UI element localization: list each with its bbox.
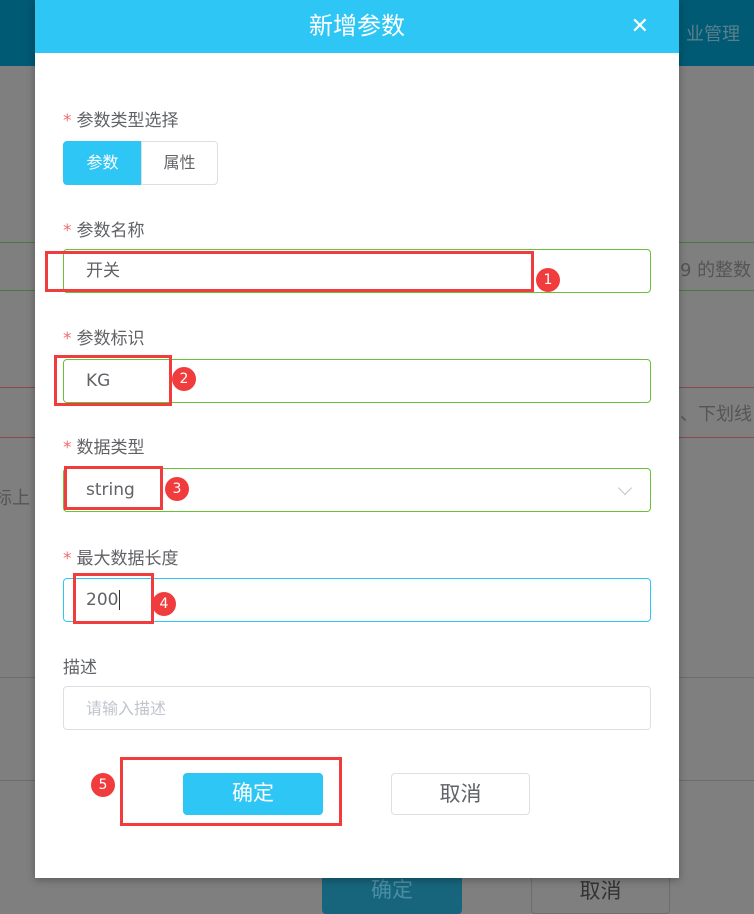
annotation-badge-1: 1 <box>536 268 560 292</box>
param-name-label: * 参数名称 <box>63 216 145 241</box>
data-type-label: * 数据类型 <box>63 433 145 458</box>
bg-hint: 标上 <box>0 488 30 509</box>
param-type-option-attribute[interactable]: 属性 <box>141 141 218 185</box>
cancel-button[interactable]: 取消 <box>391 773 530 815</box>
bg-header-text: 业管理 <box>686 24 740 45</box>
description-textarea[interactable]: 请输入描述 <box>63 686 651 730</box>
param-type-option-param[interactable]: 参数 <box>63 141 142 185</box>
label-text: 数据类型 <box>76 438 145 458</box>
required-mark: * <box>63 438 72 458</box>
bg-hint: 、下划线 <box>680 404 752 425</box>
label-text: 参数标识 <box>76 329 145 349</box>
annotation-box-2 <box>54 355 172 406</box>
annotation-box-3 <box>64 466 163 510</box>
annotation-box-4 <box>73 573 154 624</box>
annotation-badge-2: 2 <box>172 367 196 391</box>
description-label: 描述 <box>63 658 97 678</box>
annotation-badge-3: 3 <box>165 477 189 501</box>
annotation-box-1 <box>45 251 534 292</box>
annotation-badge-4: 4 <box>152 592 176 616</box>
param-id-label: * 参数标识 <box>63 324 145 349</box>
required-mark: * <box>63 329 72 349</box>
required-mark: * <box>63 111 72 131</box>
max-length-label: * 最大数据长度 <box>63 544 179 569</box>
required-mark: * <box>63 549 72 569</box>
add-parameter-dialog: 新增参数 ✕ * 参数类型选择 参数 属性 * 参数名称 开关 * 参数标识 KG *… <box>35 0 679 878</box>
label-text: 参数类型选择 <box>76 111 179 131</box>
param-type-label: * 参数类型选择 <box>63 106 179 131</box>
close-icon[interactable]: ✕ <box>631 0 649 53</box>
annotation-box-5 <box>120 757 342 826</box>
annotation-badge-5: 5 <box>91 773 115 797</box>
label-text: 最大数据长度 <box>76 549 179 569</box>
dialog-title: 新增参数 <box>35 0 679 53</box>
required-mark: * <box>63 221 72 241</box>
label-text: 参数名称 <box>76 221 145 241</box>
bg-hint: 9 的整数 <box>680 260 752 281</box>
